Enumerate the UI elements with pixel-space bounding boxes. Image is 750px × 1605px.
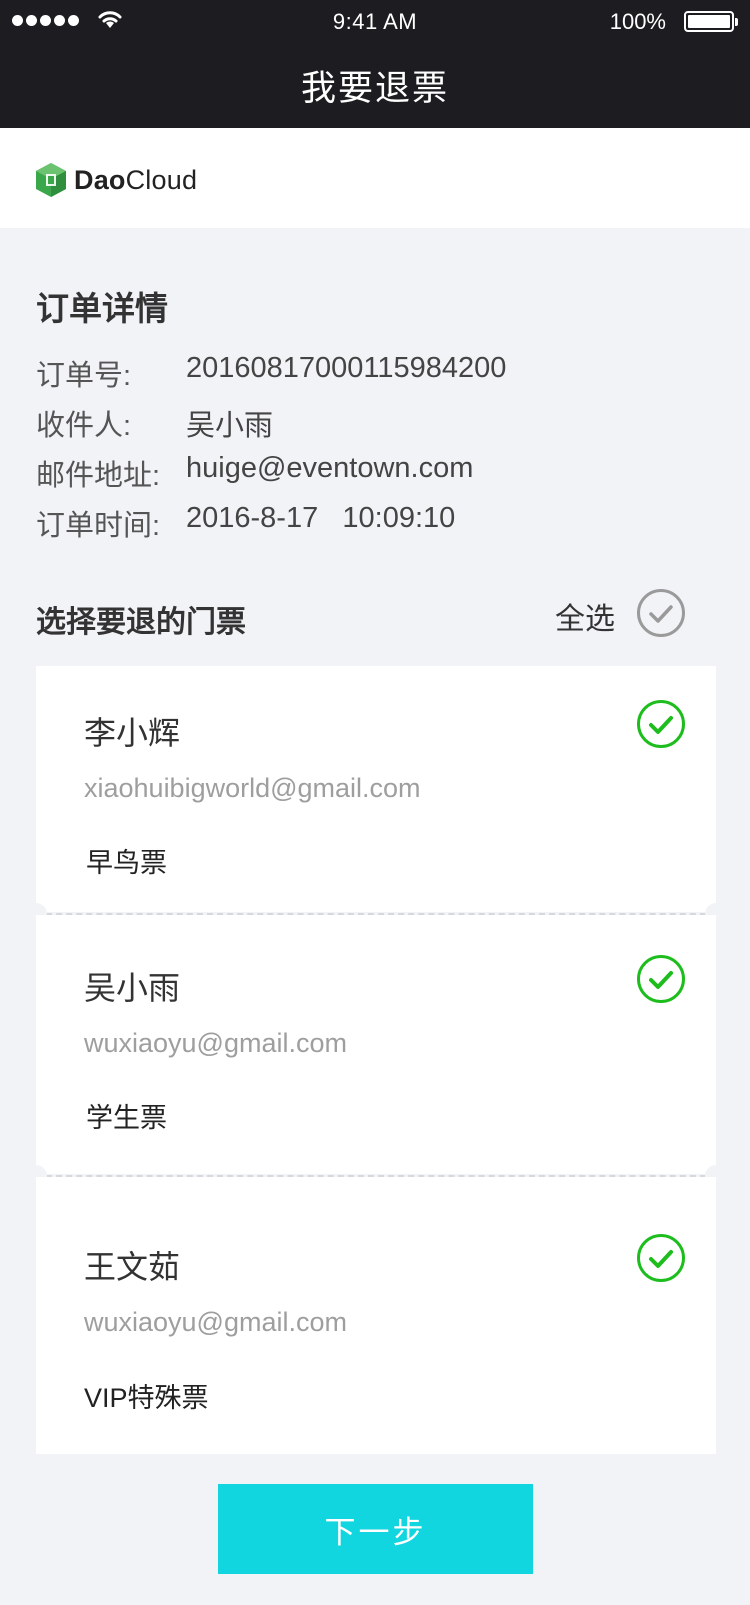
daocloud-logo: DaoCloud	[34, 162, 197, 198]
battery-percent: 100%	[609, 9, 666, 34]
ticket-type: 学生票	[86, 1103, 167, 1133]
daocloud-logo-icon	[36, 163, 66, 197]
order-time-value: 2016-8-17 10:09:10	[186, 502, 456, 534]
ticket-checkbox[interactable]	[636, 699, 686, 749]
logo-text: DaoCloud	[74, 164, 198, 195]
ticket-holder-name: 王文茹	[84, 1249, 181, 1285]
ticket-type: 早鸟票	[86, 848, 167, 878]
logo-bar: DaoCloud	[0, 128, 750, 228]
ticket-checkbox[interactable]	[636, 954, 686, 1004]
check-circle-icon	[637, 1234, 685, 1282]
recipient-value: 吴小雨	[186, 410, 274, 442]
ticket-holder-email: xiaohuibigworld@gmail.com	[84, 773, 421, 803]
email-row: 邮件地址: huige@eventown.com	[36, 452, 473, 494]
recipient-label: 收件人:	[36, 410, 132, 442]
email-value: huige@eventown.com	[186, 452, 474, 484]
order-time-label: 订单时间:	[36, 510, 161, 542]
order-number-value: 20160817000115984200	[186, 352, 507, 384]
check-circle-icon	[637, 955, 685, 1003]
check-circle-icon	[637, 589, 685, 637]
recipient-row: 收件人: 吴小雨	[36, 402, 273, 444]
next-step-button[interactable]: 下一步	[218, 1484, 533, 1574]
select-all-checkbox[interactable]	[636, 588, 686, 638]
email-label: 邮件地址:	[36, 460, 161, 492]
ticket-card[interactable]: 李小辉 xiaohuibigworld@gmail.com 早鸟票	[36, 666, 716, 912]
ticket-holder-email: wuxiaoyu@gmail.com	[84, 1307, 347, 1337]
ticket-card[interactable]: 王文茹 wuxiaoyu@gmail.com VIP特殊票	[36, 1177, 716, 1454]
select-tickets-title: 选择要退的门票	[36, 606, 246, 639]
ticket-card[interactable]: 吴小雨 wuxiaoyu@gmail.com 学生票	[36, 915, 716, 1174]
ticket-checkbox[interactable]	[636, 1233, 686, 1283]
ticket-holder-email: wuxiaoyu@gmail.com	[84, 1028, 347, 1058]
ticket-holder-name: 吴小雨	[84, 970, 181, 1006]
battery-icon	[684, 11, 738, 32]
status-bar: 9:41 AM 100%	[0, 0, 750, 44]
select-all-label[interactable]: 全选	[555, 594, 615, 638]
page-title: 我要退票	[300, 69, 449, 108]
ticket-type: VIP特殊票	[84, 1383, 209, 1413]
order-time-row: 订单时间: 2016-8-17 10:09:10	[36, 502, 455, 544]
top-bar: 9:41 AM 100% 我要退票	[0, 0, 750, 128]
order-number-row: 订单号: 20160817000115984200	[36, 352, 506, 394]
ticket-holder-name: 李小辉	[84, 715, 181, 751]
order-details-title: 订单详情	[36, 290, 168, 327]
order-number-label: 订单号:	[36, 360, 132, 392]
check-circle-icon	[637, 700, 685, 748]
